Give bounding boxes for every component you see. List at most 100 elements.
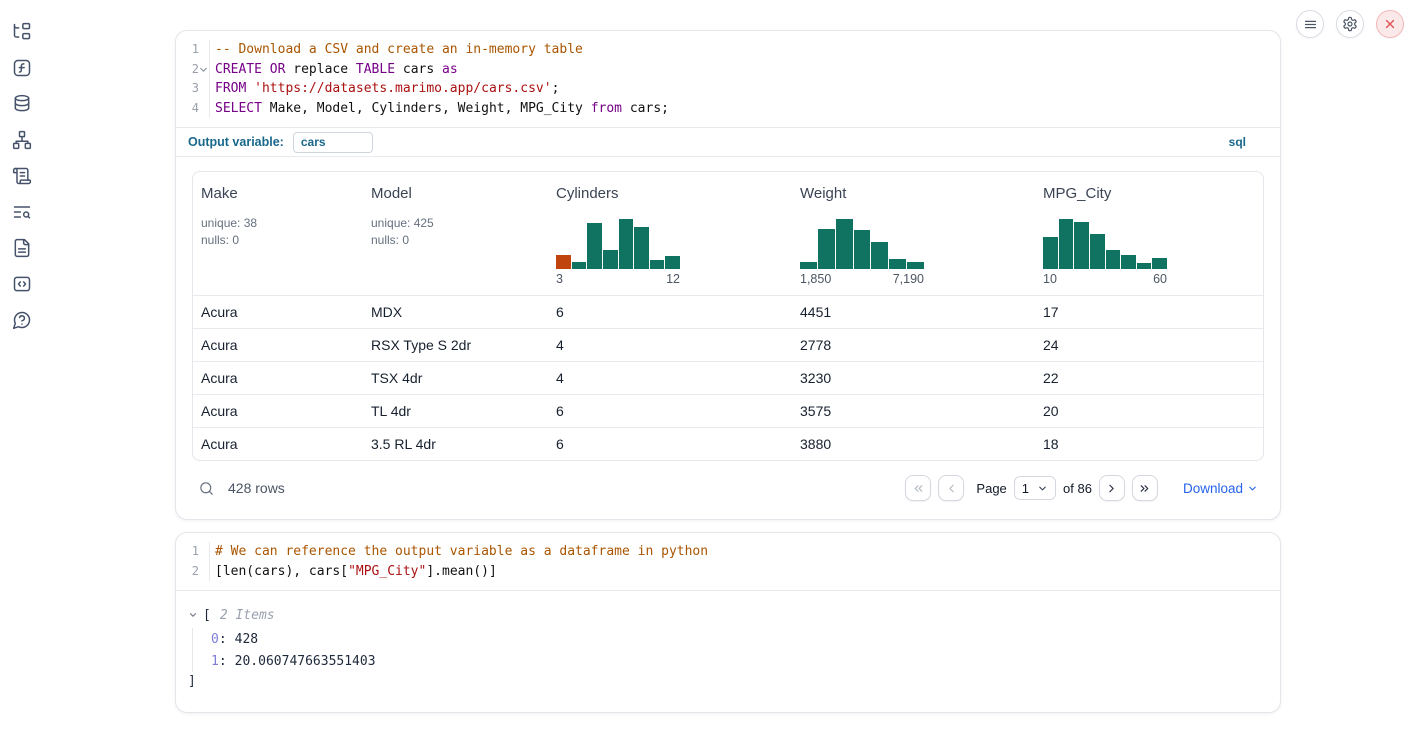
fold-chevron-icon[interactable]	[199, 65, 208, 74]
histogram-bar[interactable]	[634, 227, 649, 270]
histogram-bar[interactable]	[1106, 250, 1121, 270]
column-header-weight[interactable]: Weight 1,850 7,190	[792, 172, 1035, 295]
sidebar-item-help[interactable]	[12, 310, 32, 330]
table-cell: 6	[548, 394, 792, 427]
snippets-icon	[12, 274, 32, 294]
table-row[interactable]: AcuraMDX6445117	[193, 295, 1263, 328]
table-cell: 4451	[792, 295, 1035, 328]
chevrons-left-icon	[912, 482, 925, 495]
histogram-bar[interactable]	[1090, 234, 1105, 269]
table-cell: 24	[1035, 328, 1263, 361]
histogram-bar[interactable]	[603, 250, 618, 269]
sql-editor[interactable]: 1-- Download a CSV and create an in-memo…	[176, 31, 1280, 127]
sidebar-item-logs[interactable]	[12, 166, 32, 186]
histogram-bar[interactable]	[587, 223, 602, 269]
next-page-button[interactable]	[1099, 475, 1125, 501]
close-icon	[1383, 17, 1397, 31]
row-count: 428 rows	[228, 480, 285, 496]
line-number: 2	[176, 562, 210, 582]
gear-icon	[1342, 16, 1358, 32]
histogram-bar[interactable]	[1059, 219, 1074, 269]
code-line[interactable]: FROM 'https://datasets.marimo.app/cars.c…	[210, 79, 1280, 99]
histogram-bar[interactable]	[572, 262, 587, 269]
sidebar-item-functions[interactable]	[12, 58, 32, 78]
column-header-model[interactable]: Model unique: 425 nulls: 0	[363, 172, 548, 295]
scroll-icon	[12, 166, 32, 186]
table-footer: 428 rows Page 1 of 86	[192, 471, 1264, 505]
histogram-bar[interactable]	[556, 255, 571, 269]
column-header-make[interactable]: Make unique: 38 nulls: 0	[193, 172, 363, 295]
histogram-bar[interactable]	[1074, 222, 1089, 270]
line-number: 1	[176, 542, 210, 562]
output-variable-input[interactable]	[293, 132, 373, 153]
sql-cell: 1 -- Download a CSV and create an in-memo…	[175, 30, 1281, 520]
table-cell: 3230	[792, 361, 1035, 394]
page-select-value: 1	[1022, 481, 1029, 496]
table-row[interactable]: AcuraRSX Type S 2dr4277824	[193, 328, 1263, 361]
histogram-bar[interactable]	[836, 219, 853, 269]
table-cell: Acura	[193, 361, 363, 394]
histogram-bar[interactable]	[1043, 237, 1058, 269]
python-editor[interactable]: 1# We can reference the output variable …	[176, 533, 1280, 590]
database-icon	[12, 94, 32, 114]
code-line[interactable]: CREATE OR replace TABLE cars as	[210, 60, 1280, 80]
histogram-bar[interactable]	[818, 229, 835, 269]
settings-button[interactable]	[1336, 10, 1364, 38]
code-line[interactable]: SELECT Make, Model, Cylinders, Weight, M…	[210, 99, 1280, 119]
menu-button[interactable]	[1296, 10, 1324, 38]
table-row[interactable]: AcuraTSX 4dr4323022	[193, 361, 1263, 394]
histogram-bar[interactable]	[854, 230, 871, 269]
histogram-bar[interactable]	[1137, 263, 1152, 269]
histogram-bar[interactable]	[650, 260, 665, 270]
chevron-down-icon	[188, 610, 198, 620]
sidebar-item-snippets[interactable]	[12, 274, 32, 294]
page-select[interactable]: 1	[1014, 476, 1056, 500]
sidebar-item-datasources[interactable]	[12, 94, 32, 114]
table-cell: 3.5 RL 4dr	[363, 427, 548, 460]
table-row[interactable]: Acura3.5 RL 4dr6388018	[193, 427, 1263, 460]
download-button[interactable]: Download	[1183, 481, 1258, 496]
histogram-bar[interactable]	[907, 262, 924, 269]
code-line[interactable]: -- Download a CSV and create an in-memor…	[210, 40, 1280, 60]
python-cell: 1# We can reference the output variable …	[175, 532, 1281, 713]
last-page-button[interactable]	[1132, 475, 1158, 501]
download-label: Download	[1183, 481, 1243, 496]
sidebar-item-documentation[interactable]	[12, 238, 32, 258]
notebook: 1 -- Download a CSV and create an in-memo…	[175, 30, 1281, 713]
column-name: Weight	[800, 185, 1027, 202]
histogram-bar[interactable]	[800, 262, 817, 270]
table-row[interactable]: AcuraTL 4dr6357520	[193, 394, 1263, 427]
python-output-area: [ 2 Items 0: 428 1: 20.060747663551403 ]	[176, 590, 1280, 712]
table-header-row: Make unique: 38 nulls: 0 Model unique: 4…	[193, 172, 1263, 295]
histogram-bar[interactable]	[871, 242, 888, 270]
histogram-bar[interactable]	[665, 256, 680, 270]
table-cell: TL 4dr	[363, 394, 548, 427]
output-variable-bar: Output variable: sql	[176, 127, 1280, 157]
tree-collapse-toggle[interactable]	[188, 610, 198, 620]
chevron-down-icon	[1037, 483, 1048, 494]
previous-page-button[interactable]	[938, 475, 964, 501]
tree-children: 0: 428 1: 20.060747663551403	[192, 628, 1268, 672]
histogram-bar[interactable]	[1121, 255, 1136, 270]
file-tree-icon	[12, 22, 32, 42]
first-page-button[interactable]	[905, 475, 931, 501]
histogram-bar[interactable]	[1152, 258, 1167, 269]
sidebar	[0, 22, 44, 330]
sidebar-item-scratchpad-search[interactable]	[12, 202, 32, 222]
table-cell: MDX	[363, 295, 548, 328]
tree-entry-value: 20.060747663551403	[235, 654, 376, 669]
histogram-bar[interactable]	[619, 219, 634, 269]
sidebar-item-dependency-graph[interactable]	[12, 130, 32, 150]
close-button[interactable]	[1376, 10, 1404, 38]
code-line[interactable]: [len(cars), cars["MPG_City"].mean()]	[210, 562, 1280, 582]
column-header-cylinders[interactable]: Cylinders 3 12	[548, 172, 792, 295]
tree-entry-index: 1	[211, 654, 219, 669]
histogram-bar[interactable]	[889, 259, 906, 270]
search-button[interactable]	[198, 480, 215, 497]
help-icon	[12, 310, 32, 330]
tree-items-count: 2 Items	[220, 608, 275, 623]
code-line[interactable]: # We can reference the output variable a…	[210, 542, 1280, 562]
table-cell: 3880	[792, 427, 1035, 460]
sidebar-item-file-tree[interactable]	[12, 22, 32, 42]
column-header-mpg-city[interactable]: MPG_City 10 60	[1035, 172, 1263, 295]
